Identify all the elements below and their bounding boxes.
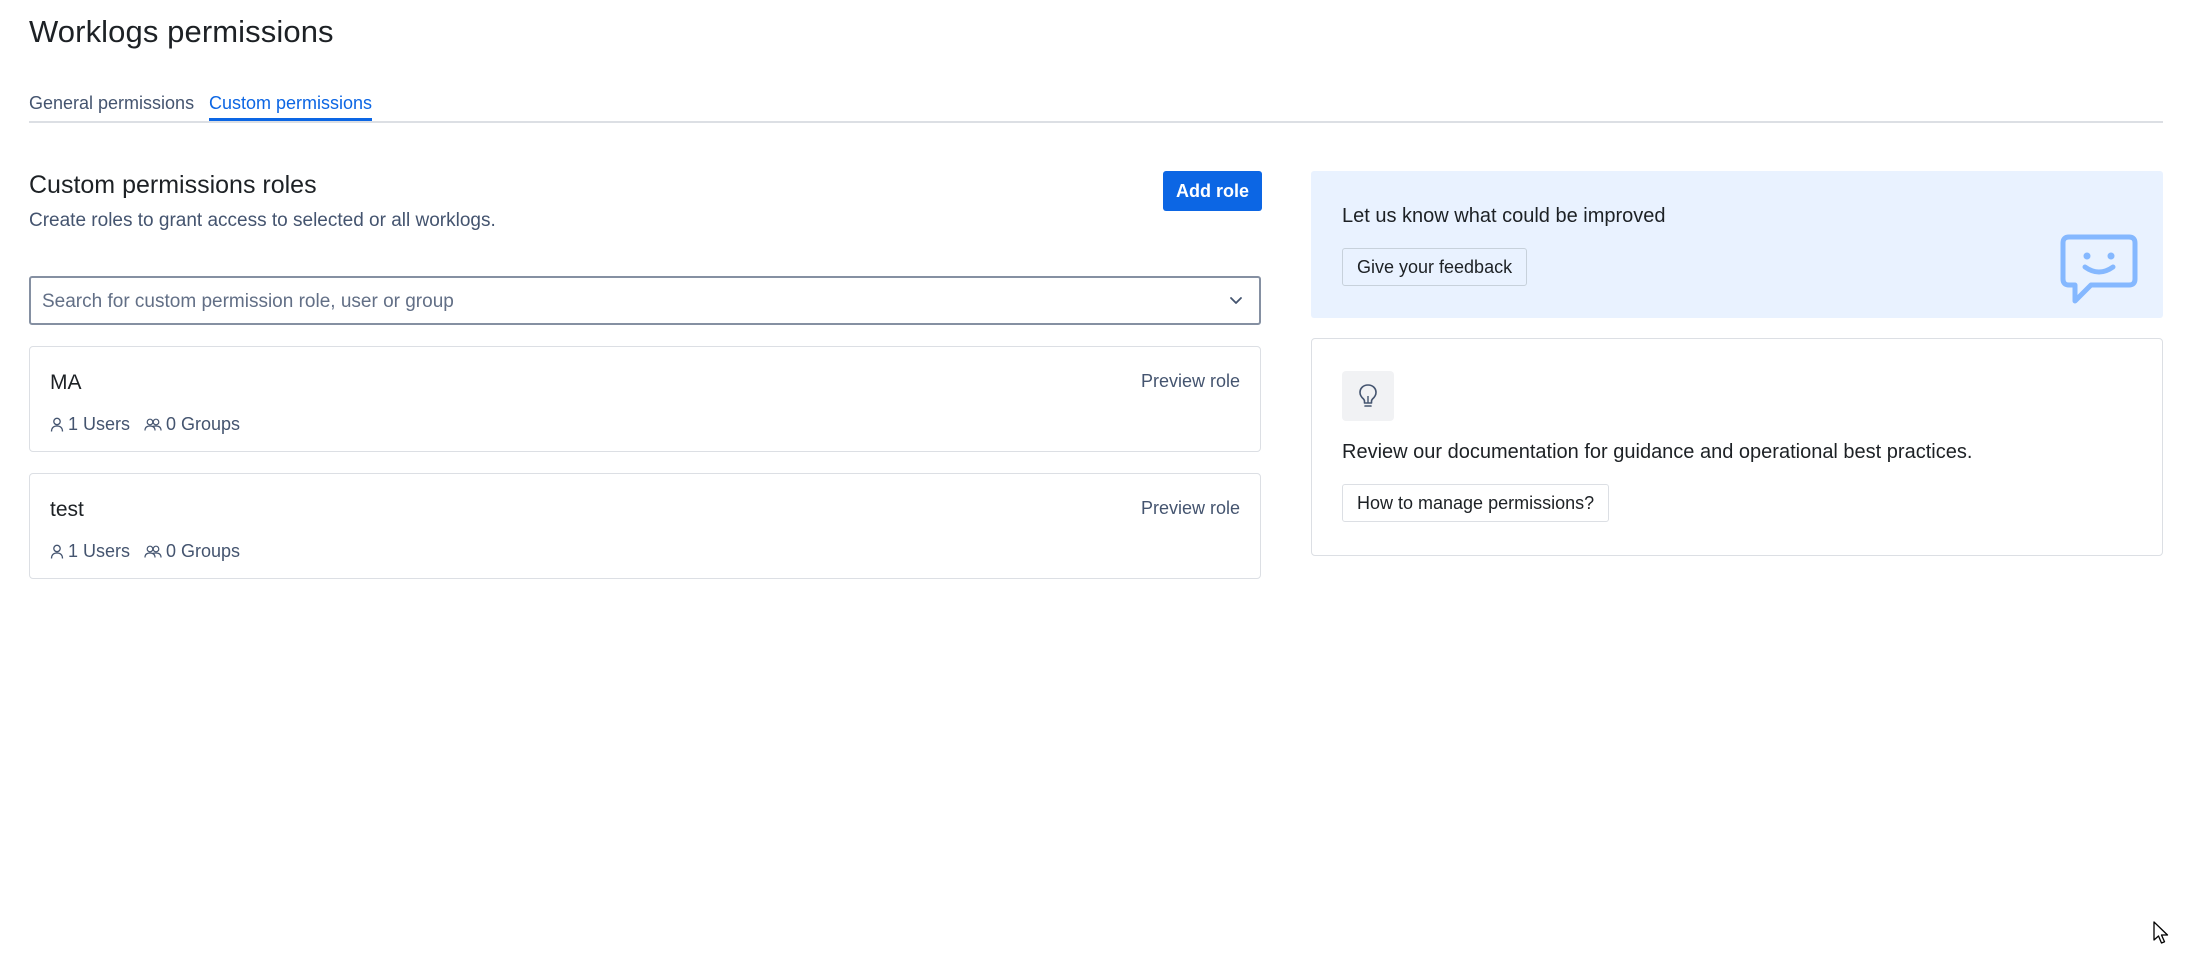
users-count: 1 Users	[50, 414, 130, 435]
mouse-cursor-icon	[2153, 921, 2169, 944]
feedback-title: Let us know what could be improved	[1342, 205, 1666, 227]
role-meta: 1 Users 0 Groups	[50, 414, 254, 435]
tab-bar: General permissions Custom permissions	[29, 86, 2163, 123]
groups-count-label: 0 Groups	[166, 414, 241, 434]
role-card-ma: MA Preview role 1 Users 0 Groups	[29, 346, 1261, 452]
user-icon	[50, 544, 64, 559]
give-feedback-button[interactable]: Give your feedback	[1342, 248, 1528, 286]
groups-count: 0 Groups	[144, 414, 240, 435]
role-meta: 1 Users 0 Groups	[50, 541, 254, 562]
add-role-button[interactable]: Add role	[1163, 171, 1262, 211]
search-field[interactable]	[29, 276, 1261, 325]
groups-count: 0 Groups	[144, 541, 240, 562]
manage-permissions-link-button[interactable]: How to manage permissions?	[1342, 484, 1610, 522]
page-title: Worklogs permissions	[29, 14, 334, 49]
tab-custom-permissions[interactable]: Custom permissions	[209, 93, 373, 121]
preview-role-button[interactable]: Preview role	[1141, 498, 1240, 519]
chat-smiley-icon	[2060, 234, 2138, 304]
preview-role-button[interactable]: Preview role	[1141, 371, 1240, 392]
page: Worklogs permissions General permissions…	[0, 0, 2194, 953]
tab-general-permissions[interactable]: General permissions	[29, 93, 194, 120]
users-count: 1 Users	[50, 541, 130, 562]
role-name: test	[50, 498, 84, 521]
groups-count-label: 0 Groups	[166, 541, 241, 561]
lightbulb-icon	[1359, 384, 1377, 407]
documentation-card: Review our documentation for guidance an…	[1311, 338, 2163, 556]
chevron-down-icon[interactable]	[1227, 291, 1245, 309]
section-title: Custom permissions roles	[29, 171, 317, 199]
users-count-label: 1 Users	[68, 414, 131, 434]
role-name: MA	[50, 371, 82, 394]
role-card-test: test Preview role 1 Users 0 Groups	[29, 473, 1261, 579]
search-input[interactable]	[40, 278, 1204, 325]
documentation-text: Review our documentation for guidance an…	[1342, 441, 1973, 463]
group-icon	[144, 418, 162, 431]
section-subtitle: Create roles to grant access to selected…	[29, 210, 496, 231]
feedback-card: Let us know what could be improved Give …	[1311, 171, 2163, 318]
group-icon	[144, 545, 162, 558]
user-icon	[50, 417, 64, 432]
lightbulb-icon-container	[1342, 371, 1394, 421]
users-count-label: 1 Users	[68, 541, 131, 561]
